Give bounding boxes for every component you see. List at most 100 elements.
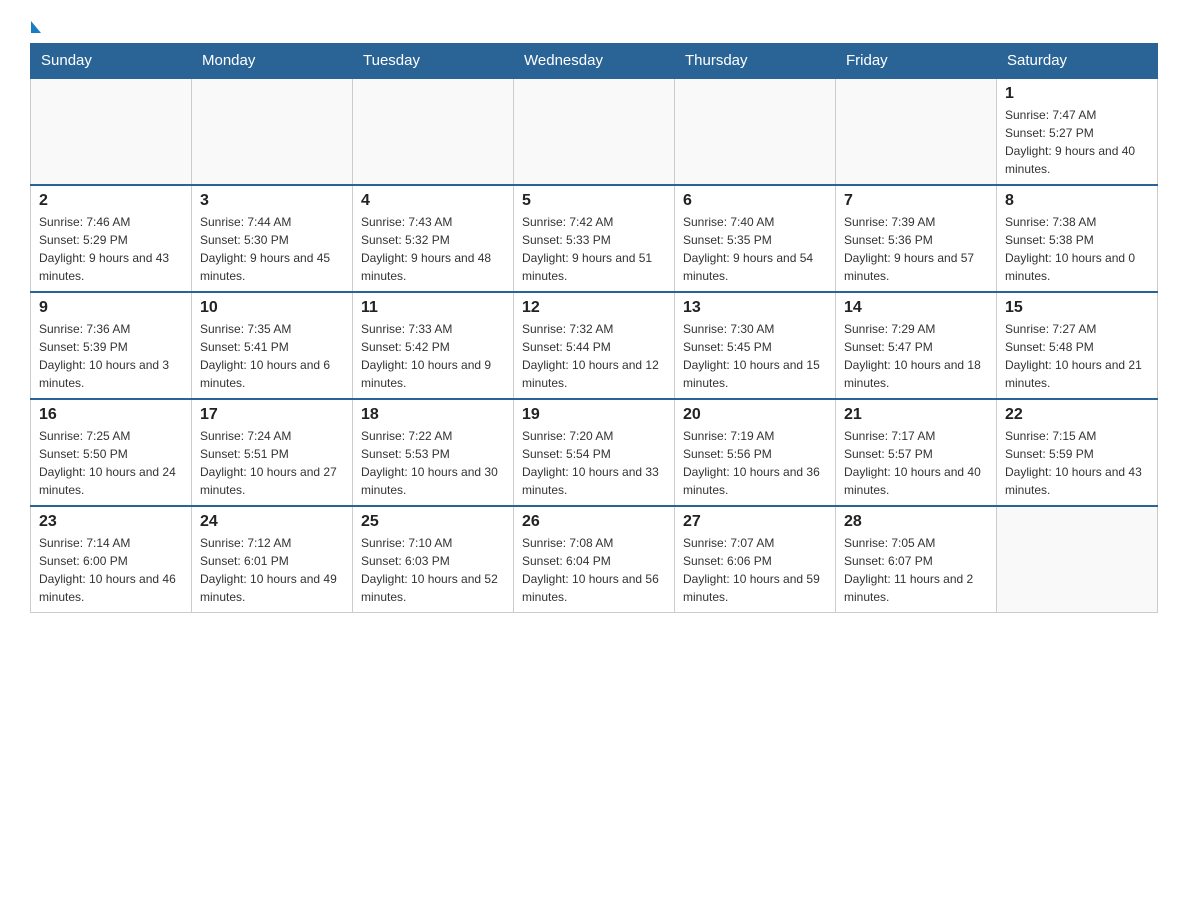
- day-number: 6: [683, 192, 827, 210]
- day-info: Sunrise: 7:39 AM Sunset: 5:36 PM Dayligh…: [844, 213, 988, 285]
- day-info: Sunrise: 7:29 AM Sunset: 5:47 PM Dayligh…: [844, 320, 988, 392]
- week-row-5: 23 Sunrise: 7:14 AM Sunset: 6:00 PM Dayli…: [31, 506, 1158, 613]
- day-info: Sunrise: 7:22 AM Sunset: 5:53 PM Dayligh…: [361, 427, 505, 499]
- day-info: Sunrise: 7:17 AM Sunset: 5:57 PM Dayligh…: [844, 427, 988, 499]
- weekday-header-friday: Friday: [836, 44, 997, 79]
- calendar-cell: 7 Sunrise: 7:39 AM Sunset: 5:36 PM Daylig…: [836, 185, 997, 292]
- day-number: 3: [200, 192, 344, 210]
- calendar-cell: 13 Sunrise: 7:30 AM Sunset: 5:45 PM Dayli…: [675, 292, 836, 399]
- calendar-cell: 26Sunrise: 7:08 AM Sunset: 6:04 PM Dayli…: [514, 506, 675, 613]
- calendar-cell: 27 Sunrise: 7:07 AM Sunset: 6:06 PM Dayli…: [675, 506, 836, 613]
- calendar-cell: 9 Sunrise: 7:36 AM Sunset: 5:39 PM Daylig…: [31, 292, 192, 399]
- day-info: Sunrise: 7:36 AM Sunset: 5:39 PM Dayligh…: [39, 320, 183, 392]
- day-number: 16: [39, 406, 183, 424]
- day-number: 14: [844, 299, 988, 317]
- day-info: Sunrise: 7:43 AM Sunset: 5:32 PM Dayligh…: [361, 213, 505, 285]
- day-number: 4: [361, 192, 505, 210]
- calendar-cell: 19 Sunrise: 7:20 AM Sunset: 5:54 PM Dayli…: [514, 399, 675, 506]
- logo: [30, 20, 41, 33]
- calendar-cell: [675, 78, 836, 185]
- page-header: [30, 20, 1158, 33]
- day-number: 22: [1005, 406, 1149, 424]
- weekday-header-sunday: Sunday: [31, 44, 192, 79]
- day-number: 25: [361, 513, 505, 531]
- calendar-cell: 22 Sunrise: 7:15 AM Sunset: 5:59 PM Dayli…: [997, 399, 1158, 506]
- calendar-cell: 10 Sunrise: 7:35 AM Sunset: 5:41 PM Dayli…: [192, 292, 353, 399]
- day-info: Sunrise: 7:44 AM Sunset: 5:30 PM Dayligh…: [200, 213, 344, 285]
- week-row-2: 2Sunrise: 7:46 AM Sunset: 5:29 PM Daylig…: [31, 185, 1158, 292]
- day-number: 26: [522, 513, 666, 531]
- calendar-cell: 16 Sunrise: 7:25 AM Sunset: 5:50 PM Dayli…: [31, 399, 192, 506]
- calendar-cell: 24 Sunrise: 7:12 AM Sunset: 6:01 PM Dayli…: [192, 506, 353, 613]
- weekday-header-wednesday: Wednesday: [514, 44, 675, 79]
- weekday-header-tuesday: Tuesday: [353, 44, 514, 79]
- weekday-header-monday: Monday: [192, 44, 353, 79]
- day-number: 27: [683, 513, 827, 531]
- calendar-table: SundayMondayTuesdayWednesdayThursdayFrid…: [30, 43, 1158, 613]
- day-number: 20: [683, 406, 827, 424]
- calendar-cell: 3 Sunrise: 7:44 AM Sunset: 5:30 PM Daylig…: [192, 185, 353, 292]
- day-info: Sunrise: 7:10 AM Sunset: 6:03 PM Dayligh…: [361, 534, 505, 606]
- weekday-header-row: SundayMondayTuesdayWednesdayThursdayFrid…: [31, 44, 1158, 79]
- day-info: Sunrise: 7:12 AM Sunset: 6:01 PM Dayligh…: [200, 534, 344, 606]
- calendar-cell: 4 Sunrise: 7:43 AM Sunset: 5:32 PM Daylig…: [353, 185, 514, 292]
- calendar-cell: 25 Sunrise: 7:10 AM Sunset: 6:03 PM Dayli…: [353, 506, 514, 613]
- day-info: Sunrise: 7:19 AM Sunset: 5:56 PM Dayligh…: [683, 427, 827, 499]
- calendar-cell: 5 Sunrise: 7:42 AM Sunset: 5:33 PM Daylig…: [514, 185, 675, 292]
- day-number: 17: [200, 406, 344, 424]
- day-info: Sunrise: 7:38 AM Sunset: 5:38 PM Dayligh…: [1005, 213, 1149, 285]
- calendar-cell: 11Sunrise: 7:33 AM Sunset: 5:42 PM Dayli…: [353, 292, 514, 399]
- day-number: 15: [1005, 299, 1149, 317]
- day-number: 10: [200, 299, 344, 317]
- day-info: Sunrise: 7:14 AM Sunset: 6:00 PM Dayligh…: [39, 534, 183, 606]
- calendar-cell: [192, 78, 353, 185]
- calendar-cell: 28 Sunrise: 7:05 AM Sunset: 6:07 PM Dayli…: [836, 506, 997, 613]
- day-info: Sunrise: 7:40 AM Sunset: 5:35 PM Dayligh…: [683, 213, 827, 285]
- day-info: Sunrise: 7:33 AM Sunset: 5:42 PM Dayligh…: [361, 320, 505, 392]
- calendar-cell: [353, 78, 514, 185]
- day-number: 2: [39, 192, 183, 210]
- week-row-1: 1 Sunrise: 7:47 AM Sunset: 5:27 PM Daylig…: [31, 78, 1158, 185]
- calendar-cell: 15 Sunrise: 7:27 AM Sunset: 5:48 PM Dayli…: [997, 292, 1158, 399]
- day-info: Sunrise: 7:24 AM Sunset: 5:51 PM Dayligh…: [200, 427, 344, 499]
- logo-arrow-icon: [31, 21, 41, 33]
- day-number: 28: [844, 513, 988, 531]
- day-number: 23: [39, 513, 183, 531]
- calendar-cell: [514, 78, 675, 185]
- day-number: 8: [1005, 192, 1149, 210]
- calendar-cell: 2Sunrise: 7:46 AM Sunset: 5:29 PM Daylig…: [31, 185, 192, 292]
- day-info: Sunrise: 7:07 AM Sunset: 6:06 PM Dayligh…: [683, 534, 827, 606]
- day-info: Sunrise: 7:27 AM Sunset: 5:48 PM Dayligh…: [1005, 320, 1149, 392]
- weekday-header-saturday: Saturday: [997, 44, 1158, 79]
- calendar-cell: 6 Sunrise: 7:40 AM Sunset: 5:35 PM Daylig…: [675, 185, 836, 292]
- day-number: 9: [39, 299, 183, 317]
- day-info: Sunrise: 7:25 AM Sunset: 5:50 PM Dayligh…: [39, 427, 183, 499]
- calendar-cell: [836, 78, 997, 185]
- calendar-cell: 17 Sunrise: 7:24 AM Sunset: 5:51 PM Dayli…: [192, 399, 353, 506]
- calendar-cell: 12Sunrise: 7:32 AM Sunset: 5:44 PM Dayli…: [514, 292, 675, 399]
- day-info: Sunrise: 7:05 AM Sunset: 6:07 PM Dayligh…: [844, 534, 988, 606]
- week-row-4: 16 Sunrise: 7:25 AM Sunset: 5:50 PM Dayli…: [31, 399, 1158, 506]
- day-info: Sunrise: 7:47 AM Sunset: 5:27 PM Dayligh…: [1005, 106, 1149, 178]
- day-info: Sunrise: 7:20 AM Sunset: 5:54 PM Dayligh…: [522, 427, 666, 499]
- day-info: Sunrise: 7:42 AM Sunset: 5:33 PM Dayligh…: [522, 213, 666, 285]
- day-number: 12: [522, 299, 666, 317]
- day-info: Sunrise: 7:15 AM Sunset: 5:59 PM Dayligh…: [1005, 427, 1149, 499]
- day-number: 5: [522, 192, 666, 210]
- day-number: 1: [1005, 85, 1149, 103]
- calendar-cell: [31, 78, 192, 185]
- day-number: 7: [844, 192, 988, 210]
- day-info: Sunrise: 7:30 AM Sunset: 5:45 PM Dayligh…: [683, 320, 827, 392]
- calendar-cell: 18Sunrise: 7:22 AM Sunset: 5:53 PM Dayli…: [353, 399, 514, 506]
- day-number: 24: [200, 513, 344, 531]
- calendar-cell: 8 Sunrise: 7:38 AM Sunset: 5:38 PM Daylig…: [997, 185, 1158, 292]
- day-number: 21: [844, 406, 988, 424]
- calendar-cell: 20 Sunrise: 7:19 AM Sunset: 5:56 PM Dayli…: [675, 399, 836, 506]
- day-info: Sunrise: 7:35 AM Sunset: 5:41 PM Dayligh…: [200, 320, 344, 392]
- calendar-cell: 14 Sunrise: 7:29 AM Sunset: 5:47 PM Dayli…: [836, 292, 997, 399]
- calendar-cell: [997, 506, 1158, 613]
- day-number: 19: [522, 406, 666, 424]
- day-number: 13: [683, 299, 827, 317]
- week-row-3: 9 Sunrise: 7:36 AM Sunset: 5:39 PM Daylig…: [31, 292, 1158, 399]
- weekday-header-thursday: Thursday: [675, 44, 836, 79]
